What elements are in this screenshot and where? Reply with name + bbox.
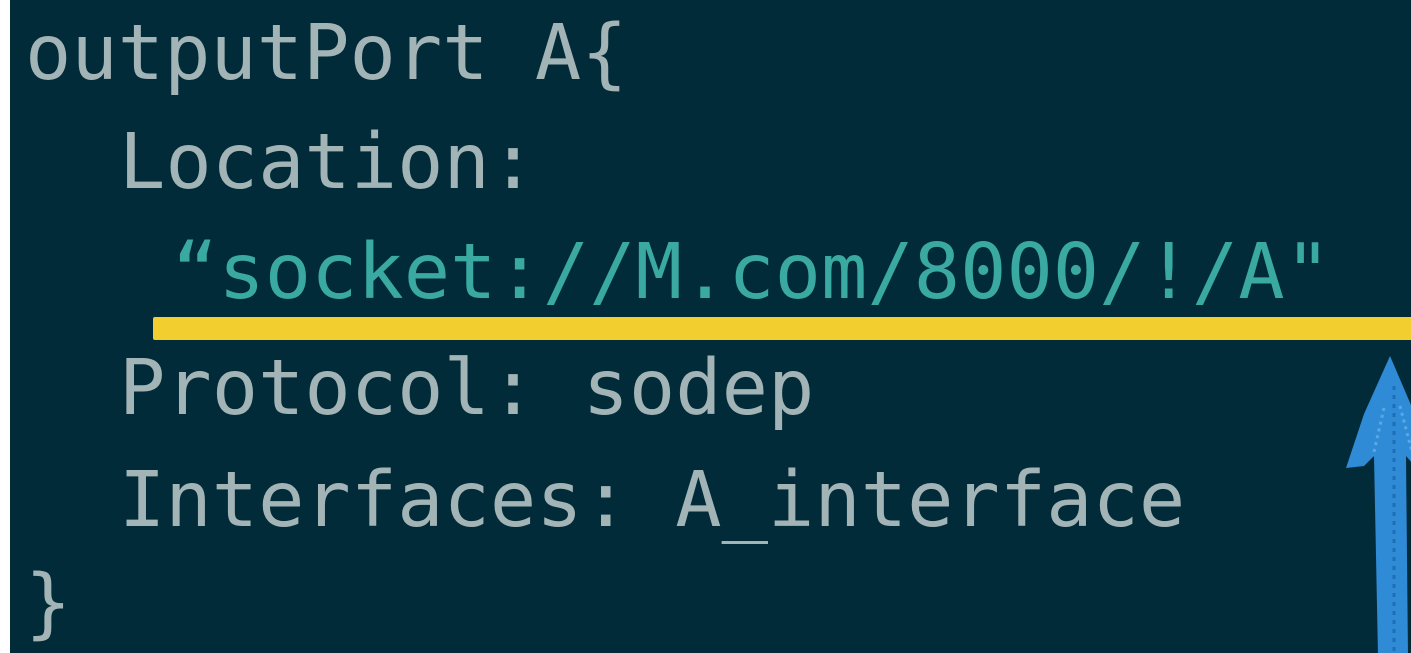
code-line-output-port: outputPort A{ — [25, 9, 628, 98]
up-arrow-icon — [1346, 356, 1411, 653]
code-line-interfaces: Interfaces: A_interface — [119, 456, 1186, 545]
code-line-closing-brace: } — [25, 559, 72, 648]
code-line-location-value: “socket://M.com/8000/!/A" — [172, 228, 1331, 317]
code-line-location: Location: — [119, 118, 537, 207]
highlight-underline — [153, 317, 1411, 340]
code-line-protocol: Protocol: sodep — [119, 344, 815, 433]
code-slide: outputPort A{ Location: “socket://M.com/… — [10, 0, 1411, 653]
